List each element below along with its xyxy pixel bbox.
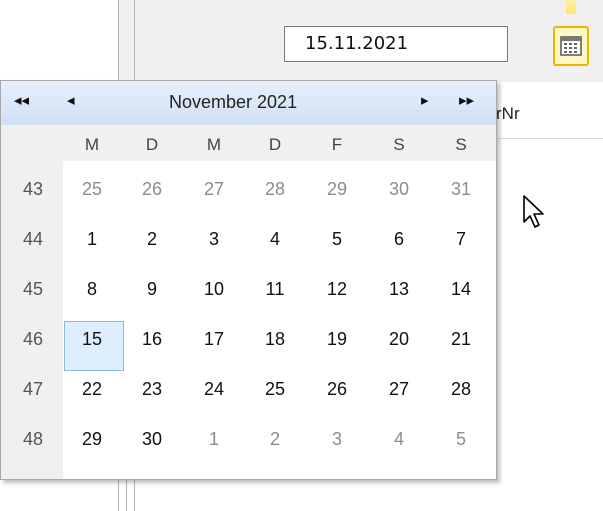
date-input[interactable]: 15.11.2021 [284, 26, 508, 62]
calendar-day[interactable]: 3 [307, 429, 367, 450]
calendar-day[interactable]: 11 [245, 279, 305, 300]
prev-year-button[interactable]: ◂◂ [14, 91, 29, 109]
week-number: 44 [22, 229, 44, 249]
calendar-day[interactable]: 2 [122, 229, 182, 250]
weekday-header: S [455, 135, 467, 154]
calendar-day[interactable]: 29 [307, 179, 367, 200]
calendar-button[interactable] [553, 26, 589, 66]
weekday-header: F [331, 135, 343, 154]
grid-column-label: rNr [496, 104, 520, 123]
calendar-day[interactable]: 15 [62, 329, 122, 350]
calendar-day[interactable]: 27 [369, 379, 429, 400]
calendar-day[interactable]: 12 [307, 279, 367, 300]
calendar-day[interactable]: 28 [431, 379, 491, 400]
calendar-day[interactable]: 26 [122, 179, 182, 200]
week-number: 46 [22, 329, 44, 349]
divider-line [118, 0, 119, 82]
calendar-day[interactable]: 8 [62, 279, 122, 300]
calendar-day[interactable]: 27 [184, 179, 244, 200]
calendar-day[interactable]: 21 [431, 329, 491, 350]
calendar-day[interactable]: 20 [369, 329, 429, 350]
calendar-day[interactable]: 23 [122, 379, 182, 400]
week-number: 48 [22, 429, 44, 449]
weekday-header: M [206, 135, 222, 154]
calendar-day[interactable]: 9 [122, 279, 182, 300]
calendar-day[interactable]: 26 [307, 379, 367, 400]
calendar-day[interactable]: 7 [431, 229, 491, 250]
weekday-header: D [268, 135, 282, 154]
next-month-button[interactable]: ▸ [421, 91, 429, 109]
calendar-day[interactable]: 31 [431, 179, 491, 200]
focus-indicator [566, 0, 576, 14]
divider-line [134, 0, 135, 82]
mouse-cursor-icon [523, 195, 544, 228]
divider-line [118, 478, 119, 511]
week-number: 43 [22, 179, 44, 199]
month-title[interactable]: November 2021 [169, 92, 297, 113]
next-year-button[interactable]: ▸▸ [459, 91, 474, 109]
calendar-day[interactable]: 5 [307, 229, 367, 250]
calendar-day[interactable]: 28 [245, 179, 305, 200]
weekday-header: S [393, 135, 405, 154]
calendar-day[interactable]: 19 [307, 329, 367, 350]
divider-line [134, 478, 135, 511]
calendar-day[interactable]: 25 [245, 379, 305, 400]
calendar-day[interactable]: 14 [431, 279, 491, 300]
calendar-day[interactable]: 30 [122, 429, 182, 450]
calendar-icon [560, 36, 582, 56]
calendar-day[interactable]: 10 [184, 279, 244, 300]
calendar-popup: ◂◂ ◂ November 2021 ▸ ▸▸ M D M D F S S 43 44 45 46 4… [0, 80, 497, 480]
week-number: 47 [22, 379, 44, 399]
calendar-day[interactable]: 3 [184, 229, 244, 250]
calendar-day[interactable]: 16 [122, 329, 182, 350]
prev-month-button[interactable]: ◂ [67, 91, 75, 109]
calendar-day[interactable]: 6 [369, 229, 429, 250]
calendar-day[interactable]: 29 [62, 429, 122, 450]
week-number: 45 [22, 279, 44, 299]
weekday-header: M [84, 135, 100, 154]
calendar-day[interactable]: 2 [245, 429, 305, 450]
calendar-day[interactable]: 22 [62, 379, 122, 400]
divider-line [126, 478, 127, 511]
calendar-day[interactable]: 18 [245, 329, 305, 350]
calendar-day[interactable]: 4 [245, 229, 305, 250]
calendar-day[interactable]: 17 [184, 329, 244, 350]
calendar-day[interactable]: 4 [369, 429, 429, 450]
calendar-day[interactable]: 24 [184, 379, 244, 400]
calendar-day[interactable]: 5 [431, 429, 491, 450]
toolbar-left-pane [0, 0, 118, 82]
calendar-day[interactable]: 30 [369, 179, 429, 200]
weekday-header: D [145, 135, 159, 154]
calendar-day[interactable]: 1 [184, 429, 244, 450]
calendar-day[interactable]: 1 [62, 229, 122, 250]
calendar-day[interactable]: 25 [62, 179, 122, 200]
calendar-day[interactable]: 13 [369, 279, 429, 300]
